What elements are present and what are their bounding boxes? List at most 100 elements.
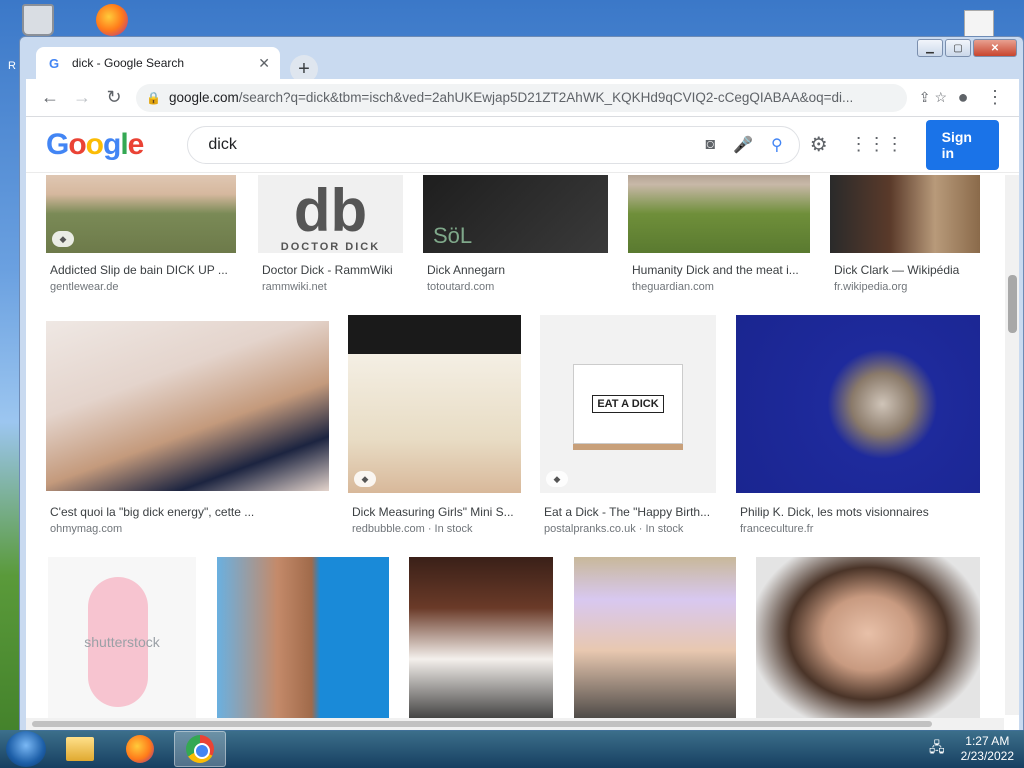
result-caption[interactable]: Doctor Dick - RammWiki	[262, 263, 402, 277]
sign-in-button[interactable]: Sign in	[925, 119, 999, 170]
product-tag-icon: ◆	[52, 231, 74, 247]
image-result[interactable]: EAT A DICK ◆ Eat a Dick - The "Happy Bir…	[540, 315, 716, 537]
share-icon[interactable]: ⇪	[919, 89, 931, 106]
scrollbar-thumb[interactable]	[32, 721, 932, 727]
image-result[interactable]: ◆ Dick Measuring Girls" Mini S... redbub…	[348, 315, 521, 537]
image-result[interactable]	[756, 557, 980, 727]
result-source[interactable]: fr.wikipedia.org	[834, 281, 907, 293]
gift-box-image: EAT A DICK	[573, 364, 683, 444]
image-result[interactable]: SöL Dick Annegarn totoutard.com	[423, 175, 608, 293]
result-thumbnail[interactable]	[830, 175, 980, 253]
start-button[interactable]	[6, 731, 46, 767]
recycle-bin-icon[interactable]	[22, 4, 54, 36]
thumbnail-subtext: DOCTOR DICK	[280, 241, 381, 253]
result-caption[interactable]: C'est quoi la "big dick energy", cette .…	[50, 505, 328, 519]
image-result[interactable]: Dick Clark — Wikipédia fr.wikipedia.org	[830, 175, 980, 293]
result-thumbnail[interactable]	[628, 175, 810, 253]
bookmark-star-icon[interactable]: ☆	[934, 89, 947, 106]
image-result[interactable]: Humanity Dick and the meat i... theguard…	[628, 175, 810, 293]
clock[interactable]: 1:27 AM 2/23/2022	[961, 734, 1014, 764]
result-thumbnail[interactable]: shutterstock	[48, 557, 196, 727]
scrollbar-thumb[interactable]	[1008, 275, 1017, 333]
result-source[interactable]: gentlewear.de	[50, 281, 119, 293]
tab-google-search[interactable]: G dick - Google Search ✕	[36, 47, 280, 79]
taskbar: 🖧 1:27 AM 2/23/2022	[0, 730, 1024, 768]
taskbar-chrome[interactable]	[174, 731, 226, 767]
image-result[interactable]: shutterstock	[48, 557, 196, 727]
google-logo[interactable]: Google	[46, 127, 145, 162]
image-result[interactable]: Philip K. Dick, les mots visionnaires fr…	[736, 315, 980, 537]
firefox-desktop-icon[interactable]	[96, 4, 128, 36]
result-source[interactable]: franceculture.fr	[740, 523, 813, 535]
browser-toolbar: ← → ↻ 🔒 google.com/search?q=dick&tbm=isc…	[26, 79, 1019, 117]
result-thumbnail[interactable]	[574, 557, 736, 727]
result-source[interactable]: ohmymag.com	[50, 523, 122, 535]
image-result[interactable]	[574, 557, 736, 727]
product-tag-icon: ◆	[546, 471, 568, 487]
result-thumbnail[interactable]: EAT A DICK ◆	[540, 315, 716, 493]
search-header: Google dick ◙ 🎤 ⚲ ⚙ ⋮⋮⋮ Sign in	[26, 117, 1019, 173]
result-caption[interactable]: Eat a Dick - The "Happy Birth...	[544, 505, 715, 519]
reload-button[interactable]: ↻	[98, 82, 130, 114]
profile-avatar-icon[interactable]: ●	[947, 82, 979, 114]
settings-gear-icon[interactable]: ⚙	[810, 132, 828, 157]
result-thumbnail[interactable]: ◆	[46, 175, 236, 253]
result-source[interactable]: rammwiki.net	[262, 281, 327, 293]
result-source[interactable]: redbubble.com · In stock	[352, 523, 472, 535]
result-caption[interactable]: Humanity Dick and the meat i...	[632, 263, 810, 277]
horizontal-scrollbar[interactable]	[26, 718, 1004, 730]
thumbnail-text: db	[293, 177, 368, 244]
vertical-scrollbar[interactable]	[1005, 175, 1019, 715]
logo-letter: e	[127, 127, 145, 161]
taskbar-explorer[interactable]	[54, 731, 106, 767]
result-thumbnail[interactable]: ◆	[348, 315, 521, 493]
mic-icon[interactable]: 🎤	[733, 135, 753, 155]
camera-search-icon[interactable]: ◙	[705, 136, 715, 154]
result-caption[interactable]: Dick Measuring Girls" Mini S...	[352, 505, 520, 519]
address-bar[interactable]: 🔒 google.com/search?q=dick&tbm=isch&ved=…	[136, 83, 907, 112]
thumbnail-text: shutterstock	[84, 634, 160, 650]
search-icon[interactable]: ⚲	[771, 135, 783, 155]
thumbnail-text: SöL	[433, 223, 473, 248]
logo-letter: g	[103, 127, 121, 161]
google-apps-icon[interactable]: ⋮⋮⋮	[850, 134, 904, 155]
search-query[interactable]: dick	[208, 136, 687, 154]
result-caption[interactable]: Philip K. Dick, les mots visionnaires	[740, 505, 980, 519]
desktop-icon-label: R	[8, 60, 16, 72]
result-thumbnail[interactable]	[756, 557, 980, 727]
result-thumbnail[interactable]: SöL	[423, 175, 608, 253]
logo-letter: G	[46, 127, 69, 161]
url-path: /search?q=dick&tbm=isch&ved=2ahUKEwjap5D…	[238, 90, 854, 105]
network-icon[interactable]: 🖧	[929, 737, 945, 761]
tab-close-icon[interactable]: ✕	[258, 55, 270, 72]
result-thumbnail[interactable]	[217, 557, 389, 727]
result-caption[interactable]: Addicted Slip de bain DICK UP ...	[50, 263, 236, 277]
folder-icon	[66, 737, 94, 761]
result-thumbnail[interactable]: db DOCTOR DICK	[258, 175, 403, 253]
result-thumbnail[interactable]	[409, 557, 553, 727]
image-result[interactable]: ◆ Addicted Slip de bain DICK UP ... gent…	[46, 175, 236, 293]
back-button[interactable]: ←	[34, 82, 66, 114]
result-source[interactable]: theguardian.com	[632, 281, 714, 293]
result-caption[interactable]: Dick Clark — Wikipédia	[834, 263, 980, 277]
omnibox-actions: ⇪ ☆	[919, 89, 947, 106]
taskbar-firefox[interactable]	[114, 731, 166, 767]
result-source[interactable]: totoutard.com	[427, 281, 494, 293]
search-input[interactable]: dick ◙ 🎤 ⚲	[187, 125, 800, 164]
logo-letter: l	[120, 127, 128, 161]
result-thumbnail[interactable]	[736, 315, 980, 493]
image-result[interactable]: C'est quoi la "big dick energy", cette .…	[46, 315, 329, 537]
lock-icon[interactable]: 🔒	[146, 91, 161, 105]
result-thumbnail[interactable]	[46, 321, 329, 491]
system-tray: 🖧 1:27 AM 2/23/2022	[929, 734, 1014, 764]
result-source[interactable]: postalpranks.co.uk · In stock	[544, 523, 683, 535]
image-result[interactable]	[217, 557, 389, 727]
tab-title: dick - Google Search	[72, 56, 185, 70]
result-caption[interactable]: Dick Annegarn	[427, 263, 607, 277]
forward-button[interactable]: →	[66, 82, 98, 114]
image-results-grid: ◆ Addicted Slip de bain DICK UP ... gent…	[26, 175, 1004, 730]
image-result[interactable]	[409, 557, 553, 727]
chrome-menu-icon[interactable]: ⋮	[979, 82, 1011, 114]
clock-time: 1:27 AM	[965, 734, 1010, 748]
image-result[interactable]: db DOCTOR DICK Doctor Dick - RammWiki ra…	[258, 175, 403, 293]
